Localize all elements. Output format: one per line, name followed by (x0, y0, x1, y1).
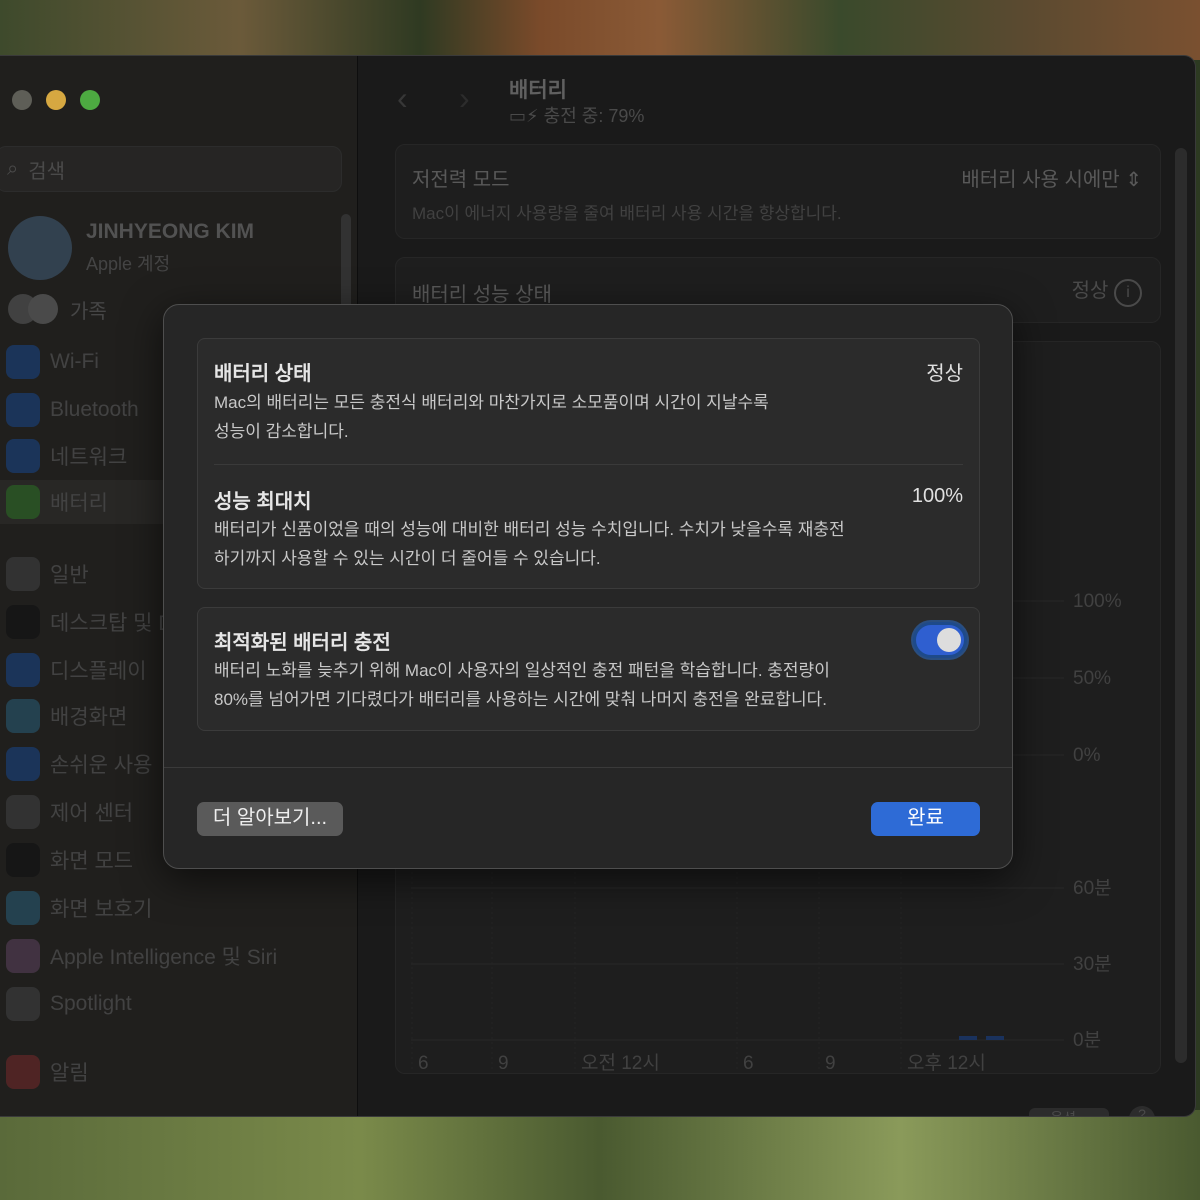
divider (164, 767, 1012, 768)
capacity-desc: 배터리가 신품이었을 때의 성능에 대비한 배터리 성능 수치입니다. 수치가 … (214, 520, 845, 539)
done-button[interactable]: 완료 (871, 802, 980, 836)
divider (214, 464, 963, 465)
status-title: 배터리 상태 (214, 363, 312, 385)
toggle-knob (937, 628, 961, 652)
optimized-desc: 80%를 넘어가면 기다렸다가 배터리를 사용하는 시간에 맞춰 나머지 충전을… (214, 690, 828, 709)
capacity-desc: 하기까지 사용할 수 있는 시간이 더 줄어들 수 있습니다. (214, 549, 601, 568)
optimized-desc: 배터리 노화를 늦추기 위해 Mac이 사용자의 일상적인 충전 패턴을 학습합… (214, 661, 830, 680)
status-desc: 성능이 감소합니다. (214, 422, 349, 441)
learn-more-button[interactable]: 더 알아보기... (197, 802, 343, 836)
status-card: 배터리 상태 정상 Mac의 배터리는 모든 충전식 배터리와 마찬가지로 소모… (197, 338, 980, 589)
battery-health-dialog: 배터리 상태 정상 Mac의 배터리는 모든 충전식 배터리와 마찬가지로 소모… (163, 304, 1013, 869)
capacity-title: 성능 최대치 (214, 491, 312, 513)
optimized-title: 최적화된 배터리 충전 (214, 632, 391, 654)
optimized-charging-toggle[interactable] (913, 622, 967, 658)
wallpaper (0, 0, 1200, 60)
capacity-value: 100% (911, 485, 963, 507)
status-value: 정상 (926, 363, 963, 385)
status-desc: Mac의 배터리는 모든 충전식 배터리와 마찬가지로 소모품이며 시간이 지날… (214, 393, 769, 412)
wallpaper-bottom (0, 1110, 1200, 1200)
optimized-charging-card: 최적화된 배터리 충전 배터리 노화를 늦추기 위해 Mac이 사용자의 일상적… (197, 607, 980, 731)
